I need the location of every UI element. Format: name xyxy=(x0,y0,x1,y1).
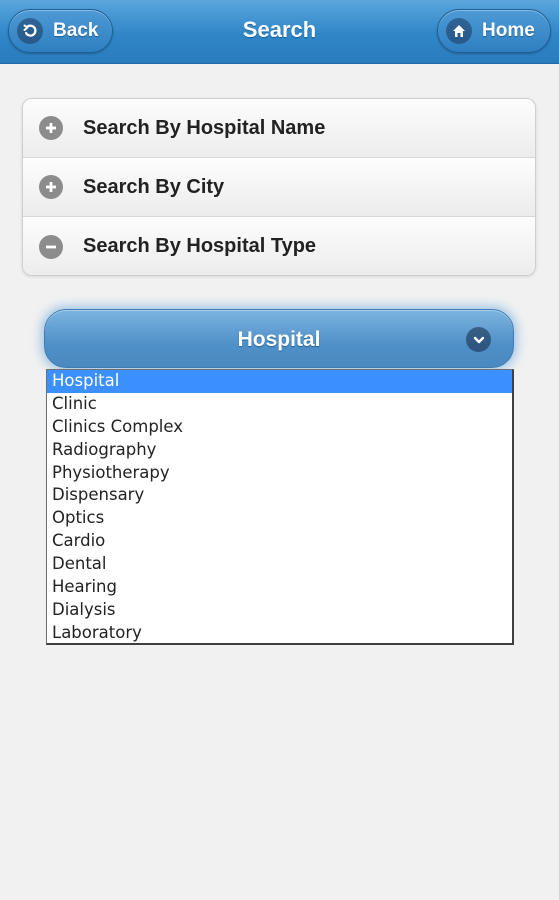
minus-icon xyxy=(39,234,63,259)
option-radiography[interactable]: Radiography xyxy=(47,439,512,462)
home-button-label: Home xyxy=(482,20,535,41)
option-dispensary[interactable]: Dispensary xyxy=(47,484,512,507)
option-clinic[interactable]: Clinic xyxy=(47,393,512,416)
accordion-search-by-hospital-name[interactable]: Search By Hospital Name xyxy=(23,99,535,158)
option-physiotherapy[interactable]: Physiotherapy xyxy=(47,462,512,485)
option-optics[interactable]: Optics xyxy=(47,507,512,530)
accordion-item-label: Search By Hospital Name xyxy=(83,116,326,139)
option-laboratory[interactable]: Laboratory xyxy=(47,622,512,645)
option-hearing[interactable]: Hearing xyxy=(47,576,512,599)
accordion-item-label: Search By City xyxy=(83,175,225,198)
search-accordion: Search By Hospital Name Search By City S… xyxy=(22,98,536,276)
accordion-search-by-hospital-type[interactable]: Search By Hospital Type xyxy=(23,217,535,275)
option-clinics-complex[interactable]: Clinics Complex xyxy=(47,416,512,439)
hospital-type-options-list[interactable]: Hospital Clinic Clinics Complex Radiogra… xyxy=(46,369,514,645)
plus-icon xyxy=(39,175,63,199)
home-button[interactable]: Home xyxy=(437,9,551,53)
plus-icon xyxy=(39,116,63,140)
chevron-down-icon xyxy=(466,327,491,352)
accordion-search-by-city[interactable]: Search By City xyxy=(23,158,535,217)
home-icon xyxy=(446,18,472,44)
header-bar: Back Search Home xyxy=(0,0,559,64)
accordion-item-label: Search By Hospital Type xyxy=(83,235,317,257)
option-dental[interactable]: Dental xyxy=(47,553,512,576)
option-cardio[interactable]: Cardio xyxy=(47,530,512,553)
option-hospital[interactable]: Hospital xyxy=(47,370,512,393)
hospital-type-select[interactable]: Hospital xyxy=(44,309,514,368)
option-dialysis[interactable]: Dialysis xyxy=(47,599,512,622)
select-current-value: Hospital xyxy=(237,328,321,351)
